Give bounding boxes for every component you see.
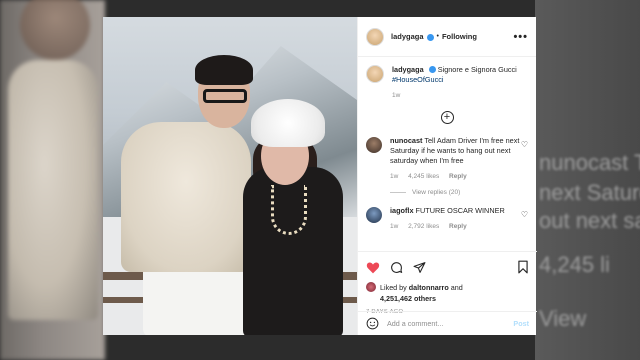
post-sidebar: ladygaga • Following ••• ladygaga Signor… [357,17,537,335]
separator-dot: • [436,33,439,40]
comment-icon[interactable] [390,261,403,274]
post-header: ladygaga • Following ••• [358,17,536,57]
emoji-icon[interactable] [366,317,379,330]
comment-likes[interactable]: 2,792 likes [408,223,439,230]
ghost-text: out next sat [539,208,640,233]
verified-icon [426,34,434,41]
post-button[interactable]: Post [513,319,529,328]
ghost-text: nunocast T [539,150,640,175]
likes-others-link[interactable]: 4,251,462 others [380,294,529,303]
hashtag-link[interactable]: #HouseOfGucci [392,75,444,84]
instagram-post-card: ladygaga • Following ••• ladygaga Signor… [103,17,537,335]
reply-button[interactable]: Reply [449,173,467,180]
post-photo[interactable] [103,17,357,335]
load-more-comments-icon[interactable]: + [440,111,454,124]
comment-likes[interactable]: 4,245 likes [408,173,439,180]
comment-age: 1w [390,223,399,230]
comment-item: nunocast Tell Adam Driver I'm free next … [366,136,528,182]
post-actions: Liked by daltonnarro and 4,251,462 other… [358,251,537,315]
comment-username[interactable]: nunocast [390,136,422,145]
view-replies-button[interactable]: View replies (20) [390,189,528,196]
ghost-text: next Saturd [539,180,640,205]
caption-text: Signore e Signora Gucci [437,65,517,74]
liked-by-username[interactable]: daltonnarro [409,283,449,292]
comment-item: iagoflx FUTURE OSCAR WINNER 1w 2,792 lik… [366,206,528,232]
share-icon[interactable] [413,261,426,274]
caption: ladygaga Signore e Signora Gucci #HouseO… [366,65,528,101]
background-right-panel: nunocast T next Saturd out next sat 4,24… [535,0,640,360]
caption-age: 1w [392,92,401,99]
comment-age: 1w [390,173,399,180]
avatar[interactable] [366,282,376,292]
ghost-text: View [539,306,587,331]
avatar[interactable] [366,27,384,46]
comments-section: ladygaga Signore e Signora Gucci #HouseO… [358,57,536,232]
liked-by: Liked by daltonnarro and [366,282,529,292]
bookmark-icon[interactable] [517,260,529,274]
add-comment-bar: Add a comment... Post [358,311,537,335]
following-button[interactable]: Following [442,32,477,41]
username-link[interactable]: ladygaga [391,32,424,41]
comment-like-heart-icon[interactable]: ♡ [521,210,528,219]
add-comment-input[interactable]: Add a comment... [387,319,443,328]
view-replies-label: View replies (20) [412,189,461,196]
verified-icon [428,66,436,73]
comment-like-heart-icon[interactable]: ♡ [521,140,528,149]
caption-username[interactable]: ladygaga [392,65,424,74]
comment-text: FUTURE OSCAR WINNER [415,206,505,215]
more-options-icon[interactable]: ••• [513,31,528,42]
avatar[interactable] [366,207,382,223]
liked-by-and: and [450,282,463,292]
heart-icon[interactable] [366,261,380,274]
liked-by-label: Liked by [380,282,407,292]
avatar[interactable] [366,65,384,83]
ghost-text: 4,245 li [539,252,610,277]
reply-button[interactable]: Reply [449,223,467,230]
comment-username[interactable]: iagoflx [390,206,414,215]
background-left-panel [0,0,105,360]
avatar[interactable] [366,137,382,153]
